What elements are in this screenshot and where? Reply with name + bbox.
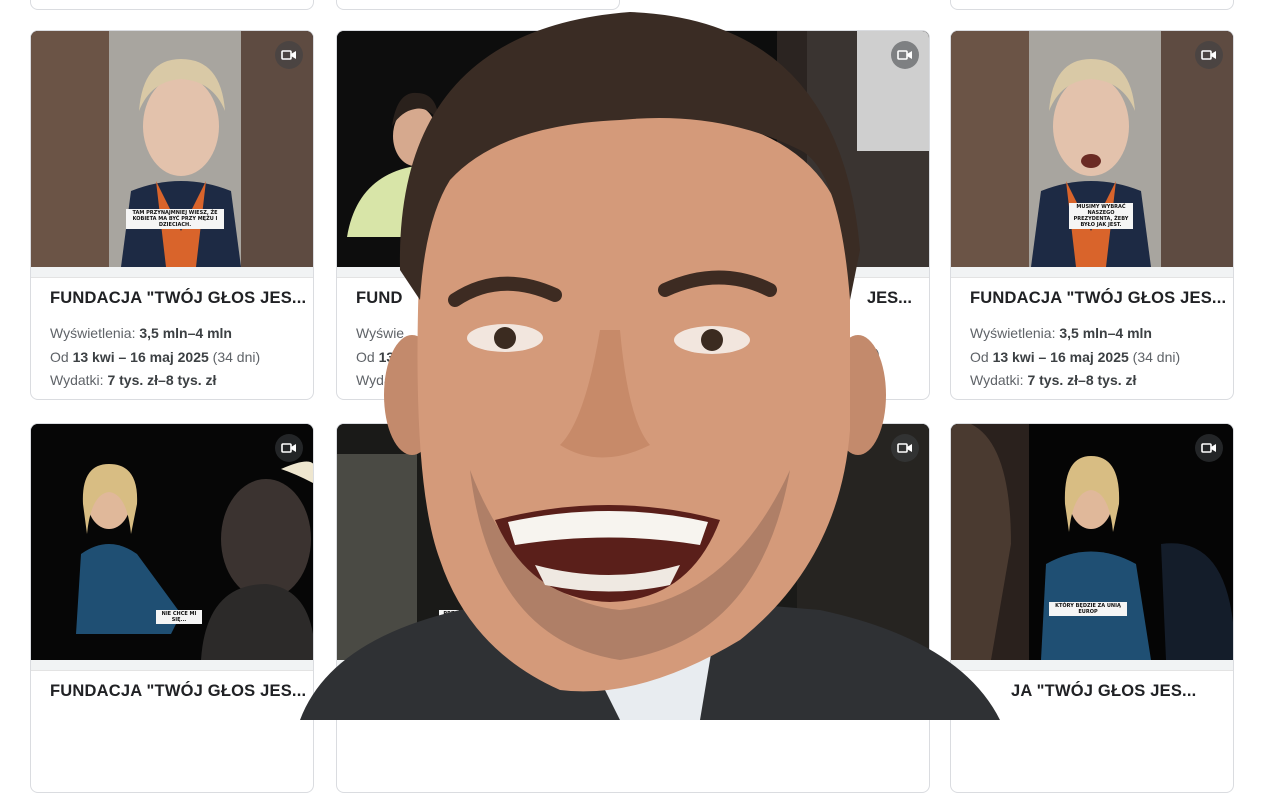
advertiser-title[interactable]: FUNDACJA "TWÓJ GŁOS JES...: [970, 289, 1226, 308]
spend-row: Wydatki: 7 tys. zł–8 tys. zł: [970, 372, 1137, 388]
ad-thumbnail[interactable]: KTÓRY BĘDZIE ZA UNIĄ EUROP: [951, 424, 1233, 660]
spend-row: Wydatki: 7 tys. zł–8 tys. zł: [50, 372, 217, 388]
date-row: Od 13: [356, 348, 395, 365]
video-caption: KTÓRY BĘDZIE ZA UNIĄ EUROP: [1049, 602, 1127, 616]
thumbnail-divider: [951, 267, 1233, 278]
spend-row: Wydat: [356, 372, 396, 388]
video-frame-woman-blue: [951, 424, 1233, 660]
video-camera-icon: [275, 41, 303, 69]
ad-card-top-3[interactable]: [950, 0, 1234, 10]
ad-thumbnail[interactable]: [337, 31, 929, 267]
video-camera-icon: [1195, 41, 1223, 69]
ad-card[interactable]: KTÓRY BĘDZIE ZA UNIĄ EUROP JA "TWÓJ GŁOS…: [950, 423, 1234, 793]
views-row: Wyświe: [356, 325, 405, 341]
video-camera-icon: [891, 434, 919, 462]
date-row-right: i): [872, 346, 880, 362]
thumbnail-divider: [31, 660, 313, 671]
date-row: Od 13 kwi – 16 maj 2025 (34 dni): [50, 348, 261, 365]
advertiser-title[interactable]: JA "TWÓJ GŁOS JES...: [1011, 682, 1221, 701]
advertiser-title[interactable]: FUNDACJA "TWÓJ GŁOS JES...: [50, 682, 306, 701]
ad-card-top-2[interactable]: [336, 0, 620, 10]
ad-card[interactable]: PRZ: [336, 423, 930, 793]
advertiser-title[interactable]: FUNDACJA "TWÓJ GŁOS JES...: [50, 289, 306, 308]
video-caption: TAM PRZYNAJMNIEJ WIESZ, ŻE KOBIETA MA BY…: [126, 209, 224, 229]
video-caption: MUSIMY WYBRAĆ NASZEGO PREZYDENTA, ŻEBY B…: [1069, 203, 1133, 229]
video-frame-woman: [31, 31, 313, 267]
video-frame-room: [337, 424, 929, 660]
video-camera-icon: [891, 41, 919, 69]
video-frame-two-people: [31, 424, 313, 660]
thumbnail-divider: [951, 660, 1233, 671]
views-row: Wyświetlenia: 3,5 mln–4 mln: [970, 325, 1152, 341]
advertiser-title-left[interactable]: FUND: [356, 289, 917, 308]
thumbnail-divider: [31, 267, 313, 278]
thumbnail-divider: [337, 267, 929, 278]
video-caption: NIE CHCE MI SIĘ...: [156, 610, 202, 624]
ad-card[interactable]: FUND Wyświe Od 13 Wydat JES... i): [336, 30, 930, 400]
video-frame-woman: [951, 31, 1233, 267]
ad-thumbnail[interactable]: MUSIMY WYBRAĆ NASZEGO PREZYDENTA, ŻEBY B…: [951, 31, 1233, 267]
ad-card[interactable]: TAM PRZYNAJMNIEJ WIESZ, ŻE KOBIETA MA BY…: [30, 30, 314, 400]
views-row: Wyświetlenia: 3,5 mln–4 mln: [50, 325, 232, 341]
ad-card[interactable]: MUSIMY WYBRAĆ NASZEGO PREZYDENTA, ŻEBY B…: [950, 30, 1234, 400]
thumbnail-divider: [337, 660, 929, 671]
ad-thumbnail[interactable]: NIE CHCE MI SIĘ...: [31, 424, 313, 660]
advertiser-title-right: JES...: [867, 289, 912, 307]
video-camera-icon: [1195, 434, 1223, 462]
ad-thumbnail[interactable]: TAM PRZYNAJMNIEJ WIESZ, ŻE KOBIETA MA BY…: [31, 31, 313, 267]
date-row: Od 13 kwi – 16 maj 2025 (34 dni): [970, 348, 1181, 365]
ad-thumbnail[interactable]: PRZ: [337, 424, 929, 660]
ad-card[interactable]: NIE CHCE MI SIĘ... FUNDACJA "TWÓJ GŁOS J…: [30, 423, 314, 793]
video-frame-young-man: [337, 31, 929, 267]
video-camera-icon: [275, 434, 303, 462]
ad-card-top-1[interactable]: [30, 0, 314, 10]
video-caption: PRZ: [439, 610, 459, 618]
